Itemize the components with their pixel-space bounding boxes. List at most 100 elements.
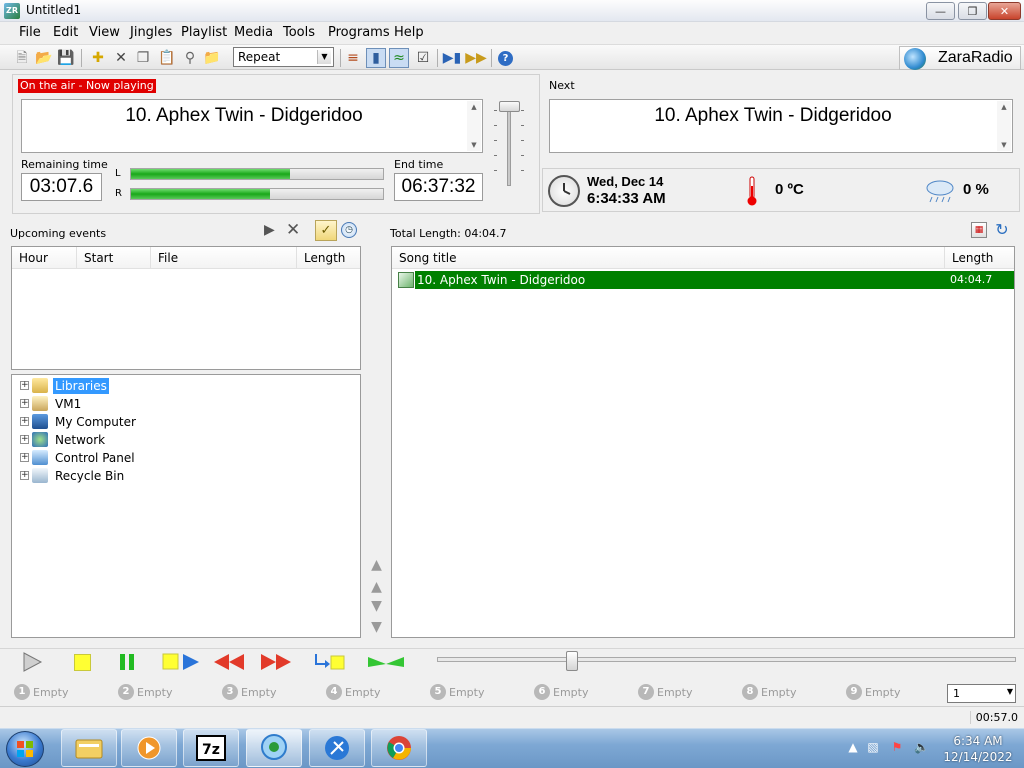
maximize-button[interactable]: ❐ [958,2,987,20]
delete-event-icon[interactable]: ✕ [286,220,300,240]
open-folder-icon[interactable]: 📂 [35,49,53,67]
play-button[interactable] [18,650,44,674]
move-to-top-icon[interactable]: ▲ [368,557,385,573]
expand-icon[interactable]: + [20,453,29,462]
tree-item-libraries[interactable]: + Libraries [20,377,109,394]
taskbar-explorer[interactable] [61,729,117,767]
equalizer-icon[interactable]: ≡ [344,49,362,67]
volume-slider-track[interactable] [507,104,511,186]
taskbar-clock[interactable]: 6:34 AM 12/14/2022 [934,733,1022,765]
expand-icon[interactable]: + [20,471,29,480]
column-song-length[interactable]: Length [945,247,1014,269]
stop-and-next-button[interactable] [161,650,203,674]
column-start[interactable]: Start [77,247,151,269]
scroll-up-icon[interactable]: ▲ [997,103,1011,111]
tree-item-my-computer[interactable]: + My Computer [20,413,138,430]
slot-bank-select[interactable]: 1 ▼ [947,684,1016,703]
taskbar-app-blue[interactable] [309,729,365,767]
jingle-slot-4[interactable]: 4 Empty [326,684,380,700]
taskbar-media-player[interactable] [121,729,177,767]
tree-item-control-panel[interactable]: + Control Panel [20,449,137,466]
layout-toggle-icon[interactable]: ▮ [366,48,386,68]
expand-icon[interactable]: + [20,435,29,444]
show-hidden-icons-icon[interactable]: ▲ [846,740,860,754]
menu-programs[interactable]: Programs [328,25,390,40]
enable-events-icon[interactable]: ✓ [315,220,337,241]
jingle-slot-2[interactable]: 2 Empty [118,684,172,700]
slot-number: 8 [742,684,758,700]
jingle-slot-5[interactable]: 5 Empty [430,684,484,700]
expand-icon[interactable]: + [20,399,29,408]
network-tray-icon[interactable]: ▧ [866,740,880,754]
play-mode-select[interactable]: Repeat ▼ [233,47,334,67]
playlist-calendar-icon[interactable]: ▦ [971,222,987,238]
refresh-icon[interactable]: ↻ [993,221,1011,239]
taskbar-chrome[interactable] [371,729,427,767]
tree-item-recycle-bin[interactable]: + Recycle Bin [20,467,126,484]
now-playing-scrollbar[interactable]: ▲ ▼ [467,101,481,151]
menu-help[interactable]: Help [394,25,424,40]
crossfade-button[interactable] [366,650,406,674]
column-file[interactable]: File [151,247,297,269]
skip-to-icon[interactable]: ▶▮ [443,49,461,67]
save-icon[interactable]: 💾 [57,49,75,67]
menu-file[interactable]: File [19,25,41,40]
seek-slider-track[interactable] [437,657,1016,662]
menu-playlist[interactable]: Playlist [181,25,227,40]
add-icon[interactable]: ✚ [89,49,107,67]
copy-icon[interactable]: ❐ [134,49,152,67]
move-down-icon[interactable]: ▼ [368,598,385,614]
menu-tools[interactable]: Tools [283,25,315,40]
seek-slider-thumb[interactable] [566,651,578,671]
menu-jingles[interactable]: Jingles [130,25,172,40]
jingle-slot-6[interactable]: 6 Empty [534,684,588,700]
stop-button[interactable] [72,650,92,674]
menu-media[interactable]: Media [234,25,273,40]
waveform-icon[interactable]: ≈ [389,48,409,68]
search-icon[interactable]: ⚲ [181,49,199,67]
column-song-title[interactable]: Song title [392,247,945,269]
playlist-row[interactable]: 10. Aphex Twin - Didgeridoo 04:04.7 [394,271,1014,289]
rewind-button[interactable] [212,650,246,674]
jump-end-button[interactable] [313,650,347,674]
scroll-down-icon[interactable]: ▼ [467,141,481,149]
move-up-icon[interactable]: ▲ [368,579,385,595]
delete-icon[interactable]: ✕ [112,49,130,67]
expand-icon[interactable]: + [20,417,29,426]
jingle-slot-7[interactable]: 7 Empty [638,684,692,700]
paste-icon[interactable]: 📋 [158,49,176,67]
menu-view[interactable]: View [89,25,120,40]
find-folder-icon[interactable]: 📁 [203,49,221,67]
new-file-icon[interactable]: 🗎 [13,49,31,67]
help-icon[interactable]: ? [498,51,513,66]
taskbar-zararadio[interactable] [246,729,302,767]
column-hour[interactable]: Hour [12,247,77,269]
tree-item-network[interactable]: + Network [20,431,107,448]
jump-icon[interactable]: ▶▶ [465,49,487,67]
jingle-slot-9[interactable]: 9 Empty [846,684,900,700]
volume-slider-thumb[interactable] [499,101,520,112]
scroll-up-icon[interactable]: ▲ [467,103,481,111]
jingle-slot-1[interactable]: 1 Empty [14,684,68,700]
action-center-icon[interactable]: ⚑ [890,740,904,754]
jingle-slot-3[interactable]: 3 Empty [222,684,276,700]
scroll-down-icon[interactable]: ▼ [997,141,1011,149]
column-length[interactable]: Length [297,247,360,269]
pause-button[interactable] [116,650,138,674]
on-air-label: On the air - Now playing [18,79,156,93]
jingle-slot-8[interactable]: 8 Empty [742,684,796,700]
start-button[interactable] [6,731,44,767]
tree-item-vm1[interactable]: + VM1 [20,395,83,412]
volume-tray-icon[interactable]: 🔈 [914,740,929,754]
close-button[interactable]: ✕ [988,2,1021,20]
expand-icon[interactable]: + [20,381,29,390]
minimize-button[interactable]: — [926,2,955,20]
next-track-scrollbar[interactable]: ▲ ▼ [997,101,1011,151]
move-to-bottom-icon[interactable]: ▼ [368,619,385,635]
fast-forward-button[interactable] [259,650,293,674]
schedule-icon[interactable]: ☑ [414,49,432,67]
menu-edit[interactable]: Edit [53,25,78,40]
play-event-icon[interactable]: ▶ [264,222,275,238]
taskbar-7zip[interactable]: 7z [183,729,239,767]
event-clock-icon[interactable]: ◷ [341,222,357,238]
